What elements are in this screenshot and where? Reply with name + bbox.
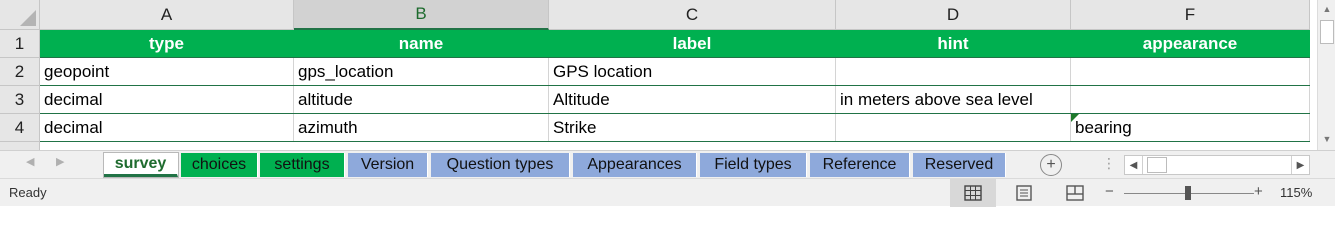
scroll-up-icon[interactable]: ▲ [1318, 0, 1335, 18]
tab-reserved[interactable]: Reserved [913, 153, 1006, 177]
cell-d2[interactable] [836, 58, 1071, 86]
tab-question-types[interactable]: Question types [431, 153, 570, 177]
sheet-tab-bar: ◀ ▶ survey choices settings Version Ques… [0, 150, 1335, 178]
column-header-b[interactable]: B [294, 0, 549, 30]
cell-d3[interactable]: in meters above sea level [836, 86, 1071, 114]
cell-c4[interactable]: Strike [549, 114, 836, 142]
row-header-3[interactable]: 3 [0, 86, 40, 114]
page-layout-button[interactable] [1001, 179, 1047, 207]
select-all-button[interactable] [0, 0, 40, 30]
horizontal-scroll-thumb[interactable] [1147, 157, 1167, 173]
column-header-d[interactable]: D [836, 0, 1071, 30]
status-bar: Ready − + 115% [0, 178, 1335, 207]
vertical-scrollbar[interactable]: ▲ ▼ [1317, 0, 1335, 150]
cell-c3[interactable]: Altitude [549, 86, 836, 114]
next-sheet-icon[interactable]: ▶ [56, 155, 64, 168]
header-cell-type[interactable]: type [40, 30, 294, 58]
column-header-c[interactable]: C [549, 0, 836, 30]
cell-d4[interactable] [836, 114, 1071, 142]
row-divider [40, 141, 1310, 142]
row-header-5[interactable] [0, 142, 40, 150]
column-header-a[interactable]: A [40, 0, 294, 30]
scroll-right-icon[interactable]: ▶ [1291, 156, 1309, 174]
cell-f3[interactable] [1071, 86, 1310, 114]
cell-c2[interactable]: GPS location [549, 58, 836, 86]
zoom-out-button[interactable]: − [1105, 183, 1114, 200]
row-header-4[interactable]: 4 [0, 114, 40, 142]
cell-b2[interactable]: gps_location [294, 58, 549, 86]
normal-view-button[interactable] [950, 179, 996, 207]
tab-survey[interactable]: survey [104, 153, 178, 177]
cell-b4[interactable]: azimuth [294, 114, 549, 142]
tab-reference[interactable]: Reference [810, 153, 910, 177]
zoom-in-button[interactable]: + [1254, 183, 1263, 200]
page-break-preview-icon [1066, 185, 1084, 201]
column-header-f[interactable]: F [1071, 0, 1310, 30]
vertical-scroll-thumb[interactable] [1320, 20, 1334, 44]
cell-b3[interactable]: altitude [294, 86, 549, 114]
zoom-slider-knob[interactable] [1185, 186, 1191, 200]
scroll-down-icon[interactable]: ▼ [1318, 130, 1335, 148]
page-break-preview-button[interactable] [1052, 179, 1098, 207]
tab-version[interactable]: Version [348, 153, 428, 177]
row-header-2[interactable]: 2 [0, 58, 40, 86]
status-ready: Ready [9, 185, 47, 200]
header-cell-appearance[interactable]: appearance [1071, 30, 1310, 58]
spreadsheet-grid: A B C D E F 1 2 3 4 type name label hint… [0, 0, 1317, 150]
cell-a2[interactable]: geopoint [40, 58, 294, 86]
row-divider [40, 57, 1310, 58]
previous-sheet-icon[interactable]: ◀ [26, 155, 34, 168]
page-layout-icon [1016, 185, 1032, 201]
cell-a3[interactable]: decimal [40, 86, 294, 114]
row-header-1[interactable]: 1 [0, 30, 40, 58]
header-cell-hint[interactable]: hint [836, 30, 1071, 58]
header-cell-label[interactable]: label [549, 30, 836, 58]
split-handle-icon[interactable]: ⋮ [1102, 155, 1116, 172]
add-sheet-icon[interactable]: + [1040, 154, 1062, 176]
cell-f4[interactable]: bearing [1071, 114, 1310, 142]
scroll-left-icon[interactable]: ◀ [1125, 156, 1143, 174]
comment-indicator-icon[interactable] [1071, 114, 1079, 122]
horizontal-scrollbar[interactable]: ◀ ▶ [1124, 155, 1310, 175]
row-divider [40, 113, 1310, 114]
cell-a4[interactable]: decimal [40, 114, 294, 142]
zoom-level[interactable]: 115% [1280, 185, 1312, 200]
header-cell-name[interactable]: name [294, 30, 549, 58]
row-divider [40, 85, 1310, 86]
tab-settings[interactable]: settings [260, 153, 345, 177]
normal-view-icon [964, 185, 982, 201]
tab-appearances[interactable]: Appearances [573, 153, 697, 177]
tab-field-types[interactable]: Field types [700, 153, 807, 177]
cell-f2[interactable] [1071, 58, 1310, 86]
tab-choices[interactable]: choices [181, 153, 258, 177]
